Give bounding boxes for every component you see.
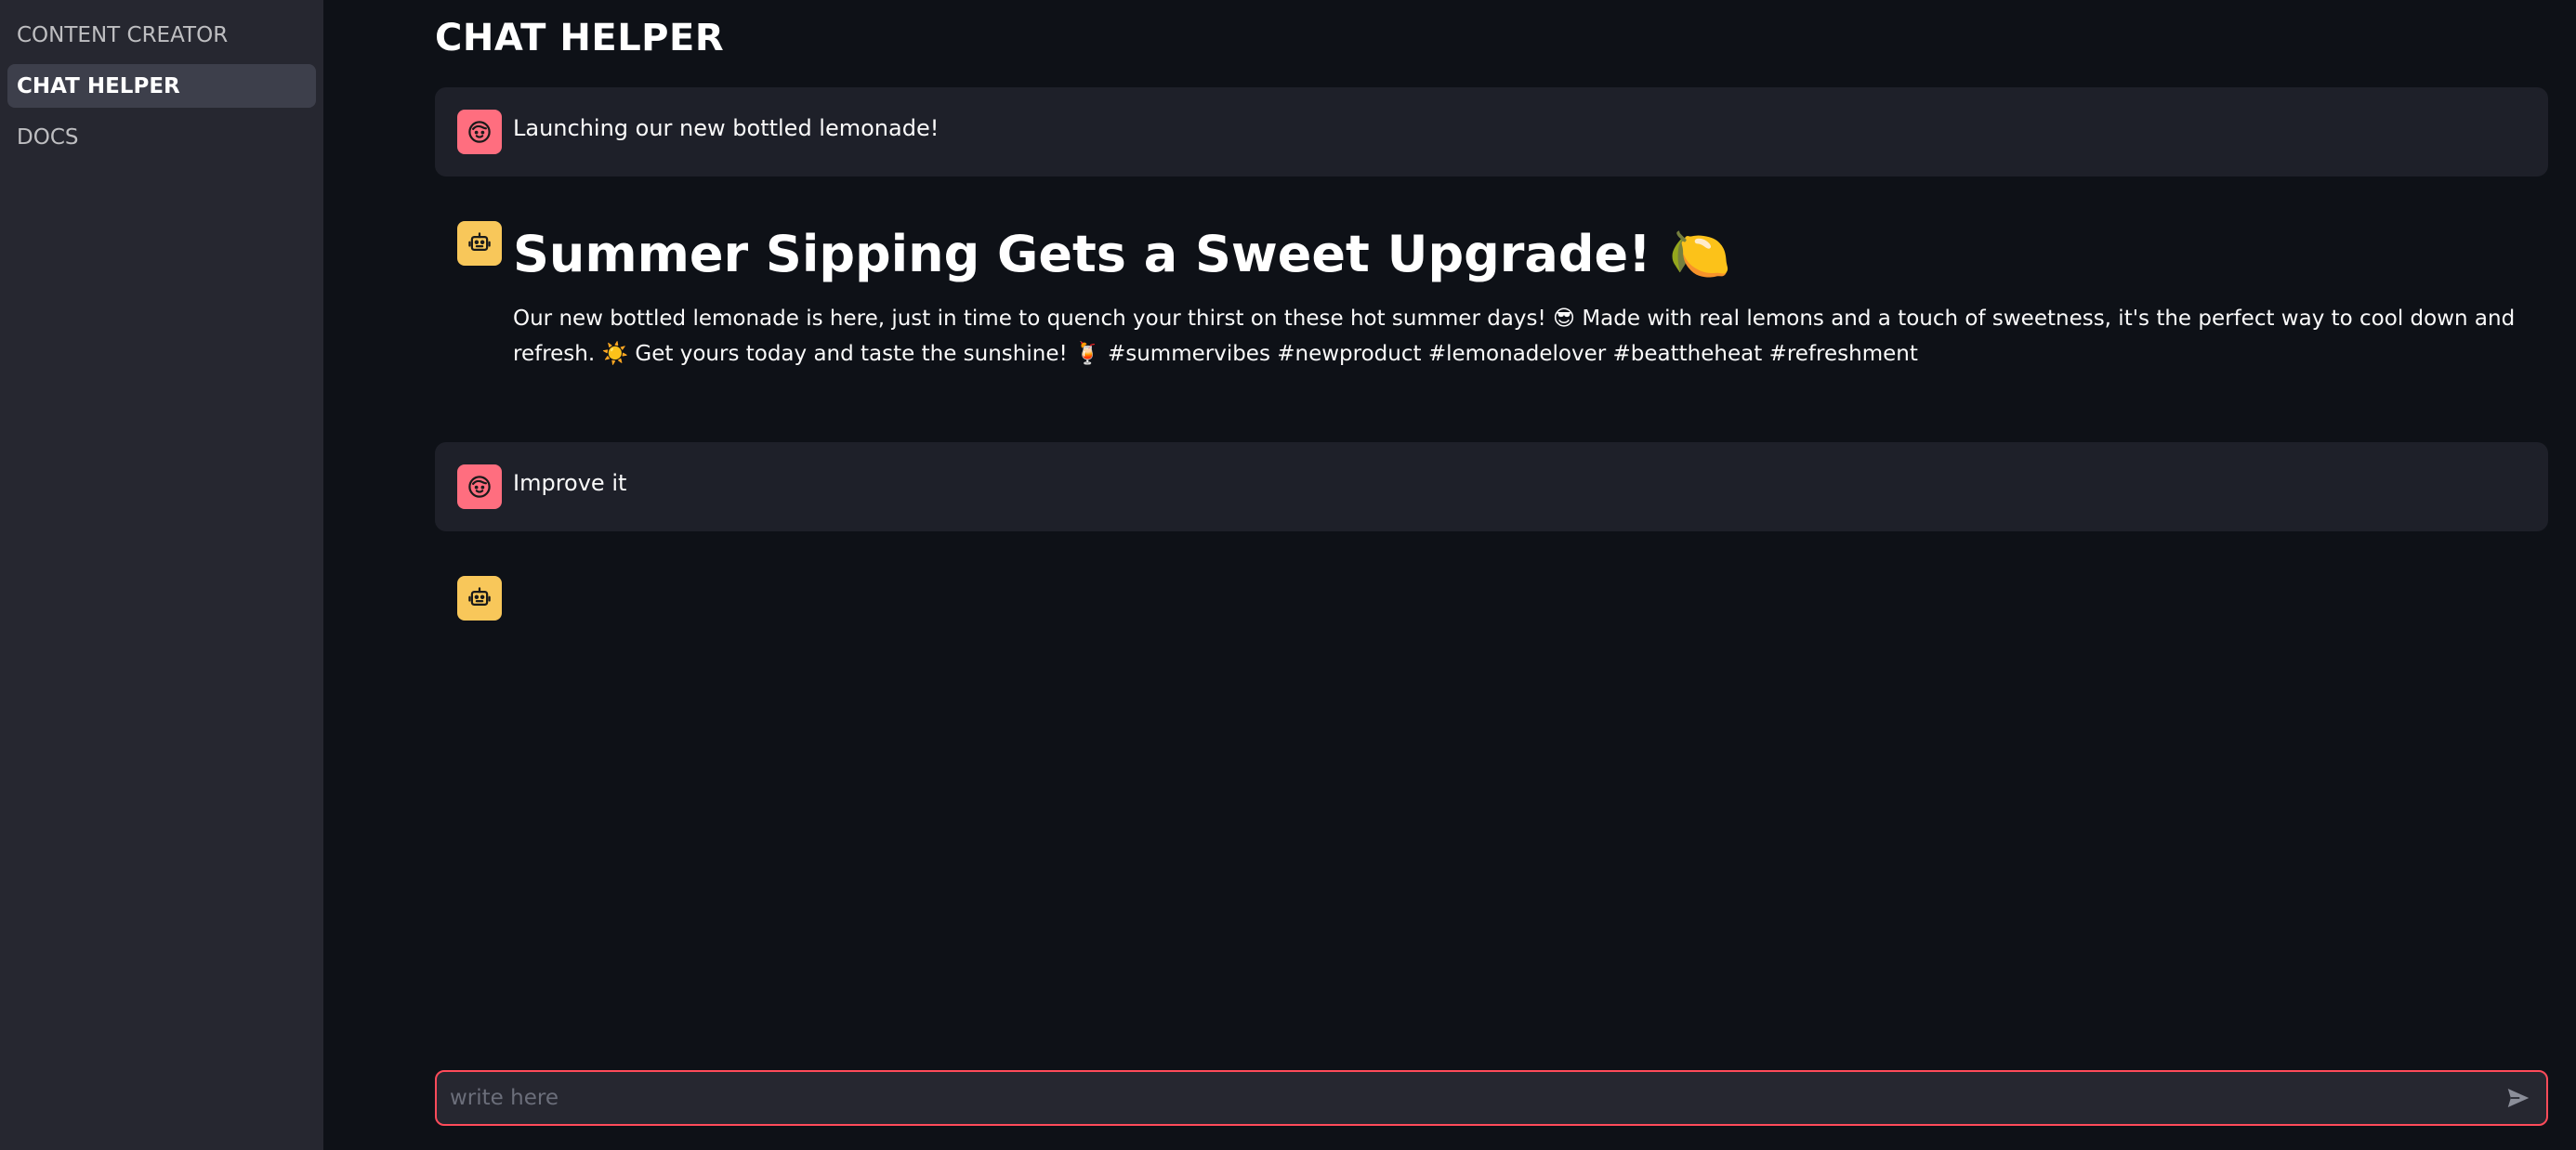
user-face-icon bbox=[457, 110, 502, 154]
send-icon bbox=[2507, 1089, 2530, 1107]
app-root: CONTENT CREATOR CHAT HELPER DOCS CHAT HE… bbox=[0, 0, 2576, 1150]
chat-input[interactable] bbox=[437, 1072, 2491, 1124]
chat-message-assistant bbox=[435, 554, 2548, 637]
sidebar-item-label: CONTENT CREATOR bbox=[17, 22, 229, 47]
sidebar: CONTENT CREATOR CHAT HELPER DOCS bbox=[0, 0, 323, 1150]
chat-message-assistant: Summer Sipping Gets a Sweet Upgrade! 🍋 O… bbox=[435, 197, 2548, 420]
chat-message-user: Improve it bbox=[435, 442, 2548, 531]
message-heading: Summer Sipping Gets a Sweet Upgrade! 🍋 bbox=[513, 225, 1731, 284]
main-content: CHAT HELPER Launching our new bottled le… bbox=[323, 0, 2576, 1150]
sidebar-item-label: CHAT HELPER bbox=[17, 73, 180, 98]
robot-icon bbox=[457, 221, 502, 266]
message-body: Our new bottled lemonade is here, just i… bbox=[513, 307, 2516, 366]
page-title: CHAT HELPER bbox=[435, 17, 725, 59]
sidebar-item-chat-helper[interactable]: CHAT HELPER bbox=[7, 64, 316, 108]
chat-input-container bbox=[435, 1070, 2548, 1126]
robot-icon bbox=[457, 576, 502, 621]
message-heading-text: Summer Sipping Gets a Sweet Upgrade! 🍋 bbox=[513, 225, 1731, 283]
send-button[interactable] bbox=[2491, 1072, 2546, 1124]
sidebar-item-label: DOCS bbox=[17, 124, 79, 150]
sidebar-item-content-creator[interactable]: CONTENT CREATOR bbox=[7, 13, 316, 57]
user-face-icon bbox=[457, 464, 502, 509]
message-text: Launching our new bottled lemonade! bbox=[513, 115, 940, 141]
chat-message-user: Launching our new bottled lemonade! bbox=[435, 87, 2548, 176]
sidebar-item-docs[interactable]: DOCS bbox=[7, 115, 316, 159]
message-text: Improve it bbox=[513, 470, 627, 496]
